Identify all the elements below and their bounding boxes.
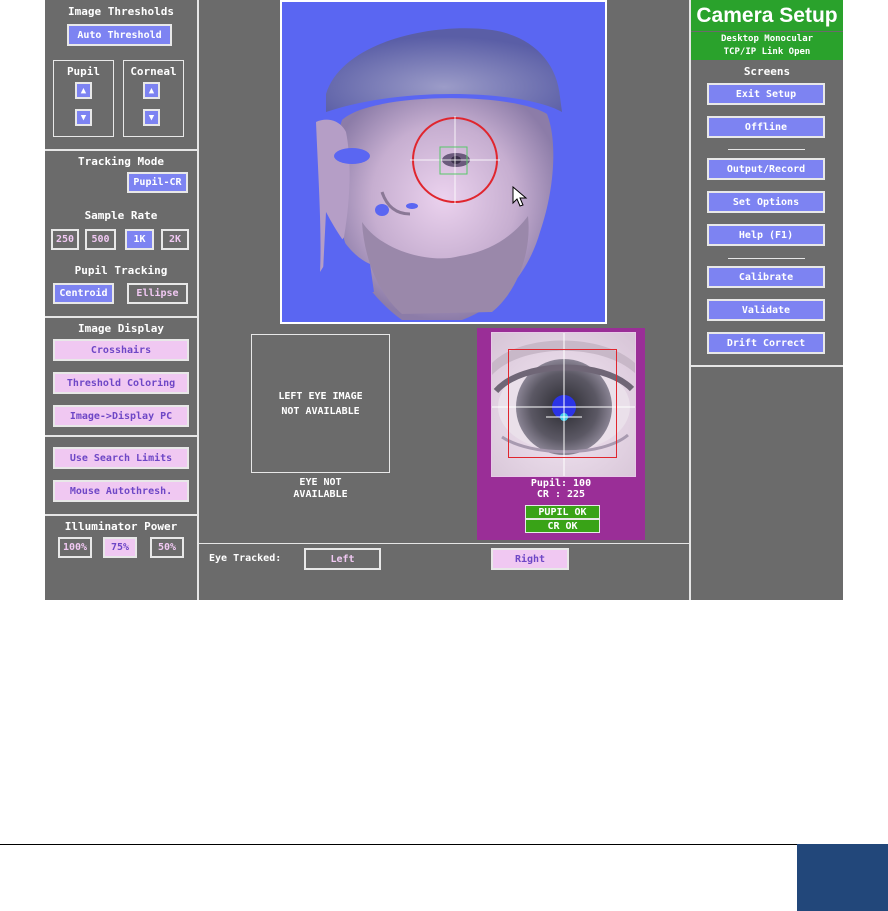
image-display-pc-button[interactable]: Image->Display PC <box>53 405 189 427</box>
page-footer-rule <box>0 844 797 845</box>
right-panel-divider <box>689 0 691 600</box>
eye-search-limit-box <box>508 349 617 458</box>
pupil-up-arrow-icon[interactable]: ▲ <box>75 82 92 99</box>
image-thresholds-title: Image Thresholds <box>68 5 174 18</box>
button-group-separator <box>728 258 805 259</box>
section-divider <box>45 435 197 437</box>
sample-rate-250-button[interactable]: 250 <box>51 229 79 250</box>
illuminator-50-button[interactable]: 50% <box>150 537 184 558</box>
set-options-button[interactable]: Set Options <box>707 191 825 213</box>
eyelink-camera-setup-window: Image Thresholds Auto Threshold Pupil ▲ … <box>45 0 843 600</box>
pupil-status-badge: PUPIL OK <box>525 505 600 519</box>
mouse-autothresh-button[interactable]: Mouse Autothresh. <box>53 480 189 502</box>
section-divider <box>45 316 197 318</box>
pupil-tracking-title: Pupil Tracking <box>74 264 168 277</box>
eye-tracked-right-button[interactable]: Right <box>491 548 569 570</box>
eye-not-available-text-2: AVAILABLE <box>293 489 348 500</box>
screens-label: Screens <box>743 65 791 78</box>
page-footer-block <box>797 844 888 911</box>
tracker-mode-text: Desktop Monocular <box>720 34 814 44</box>
left-eye-unavailable-text-2: NOT AVAILABLE <box>281 406 360 417</box>
section-divider <box>45 149 197 151</box>
calibrate-button[interactable]: Calibrate <box>707 266 825 288</box>
illuminator-75-button[interactable]: 75% <box>103 537 137 558</box>
eye-not-available-text-1: EYE NOT <box>299 477 342 488</box>
tracking-mode-pupil-cr-button[interactable]: Pupil-CR <box>127 172 188 193</box>
auto-threshold-button[interactable]: Auto Threshold <box>67 24 172 46</box>
pupil-down-arrow-icon[interactable]: ▼ <box>75 109 92 126</box>
sample-rate-500-button[interactable]: 500 <box>85 229 116 250</box>
camera-head-view[interactable] <box>280 0 607 324</box>
sample-rate-title: Sample Rate <box>84 209 158 222</box>
right-eye-camera-image[interactable] <box>491 332 636 477</box>
image-display-title: Image Display <box>77 322 165 335</box>
right-panel-bottom-divider <box>691 365 843 367</box>
output-record-button[interactable]: Output/Record <box>707 158 825 180</box>
sample-rate-2k-button[interactable]: 2K <box>161 229 189 250</box>
help-f1-button[interactable]: Help (F1) <box>707 224 825 246</box>
exit-setup-button[interactable]: Exit Setup <box>707 83 825 105</box>
left-eye-image-panel <box>251 334 390 473</box>
offline-button[interactable]: Offline <box>707 116 825 138</box>
cr-status-badge: CR OK <box>525 519 600 533</box>
eye-search-overlay <box>410 116 500 204</box>
threshold-coloring-button[interactable]: Threshold Coloring <box>53 372 189 394</box>
illuminator-power-title: Illuminator Power <box>64 520 178 533</box>
eye-tracked-left-button[interactable]: Left <box>304 548 381 570</box>
pupil-threshold-label: Pupil <box>66 65 101 78</box>
link-status-text: TCP/IP Link Open <box>723 47 811 57</box>
pupil-value-readout: Pupil: 100 <box>530 478 592 489</box>
ellipse-button[interactable]: Ellipse <box>127 283 188 304</box>
camera-setup-title: Camera Setup <box>691 0 843 31</box>
right-eye-panel: Pupil: 100 CR : 225 PUPIL OK CR OK <box>477 328 645 540</box>
left-eye-unavailable-text-1: LEFT EYE IMAGE <box>278 391 363 402</box>
centroid-button[interactable]: Centroid <box>53 283 114 304</box>
use-search-limits-button[interactable]: Use Search Limits <box>53 447 189 469</box>
section-divider <box>45 514 197 516</box>
mouse-cursor-icon <box>512 186 528 207</box>
left-panel-divider <box>197 0 199 600</box>
corneal-down-arrow-icon[interactable]: ▼ <box>143 109 160 126</box>
button-group-separator <box>728 149 805 150</box>
eye-tracked-label: Eye Tracked: <box>209 553 282 564</box>
eye-tracked-divider <box>199 543 689 544</box>
crosshairs-button[interactable]: Crosshairs <box>53 339 189 361</box>
corneal-up-arrow-icon[interactable]: ▲ <box>143 82 160 99</box>
cr-value-readout: CR : 225 <box>536 489 586 500</box>
sample-rate-1k-button[interactable]: 1K <box>125 229 154 250</box>
tracking-mode-title: Tracking Mode <box>77 155 165 168</box>
validate-button[interactable]: Validate <box>707 299 825 321</box>
corneal-threshold-label: Corneal <box>130 65 177 78</box>
drift-correct-button[interactable]: Drift Correct <box>707 332 825 354</box>
illuminator-100-button[interactable]: 100% <box>58 537 92 558</box>
